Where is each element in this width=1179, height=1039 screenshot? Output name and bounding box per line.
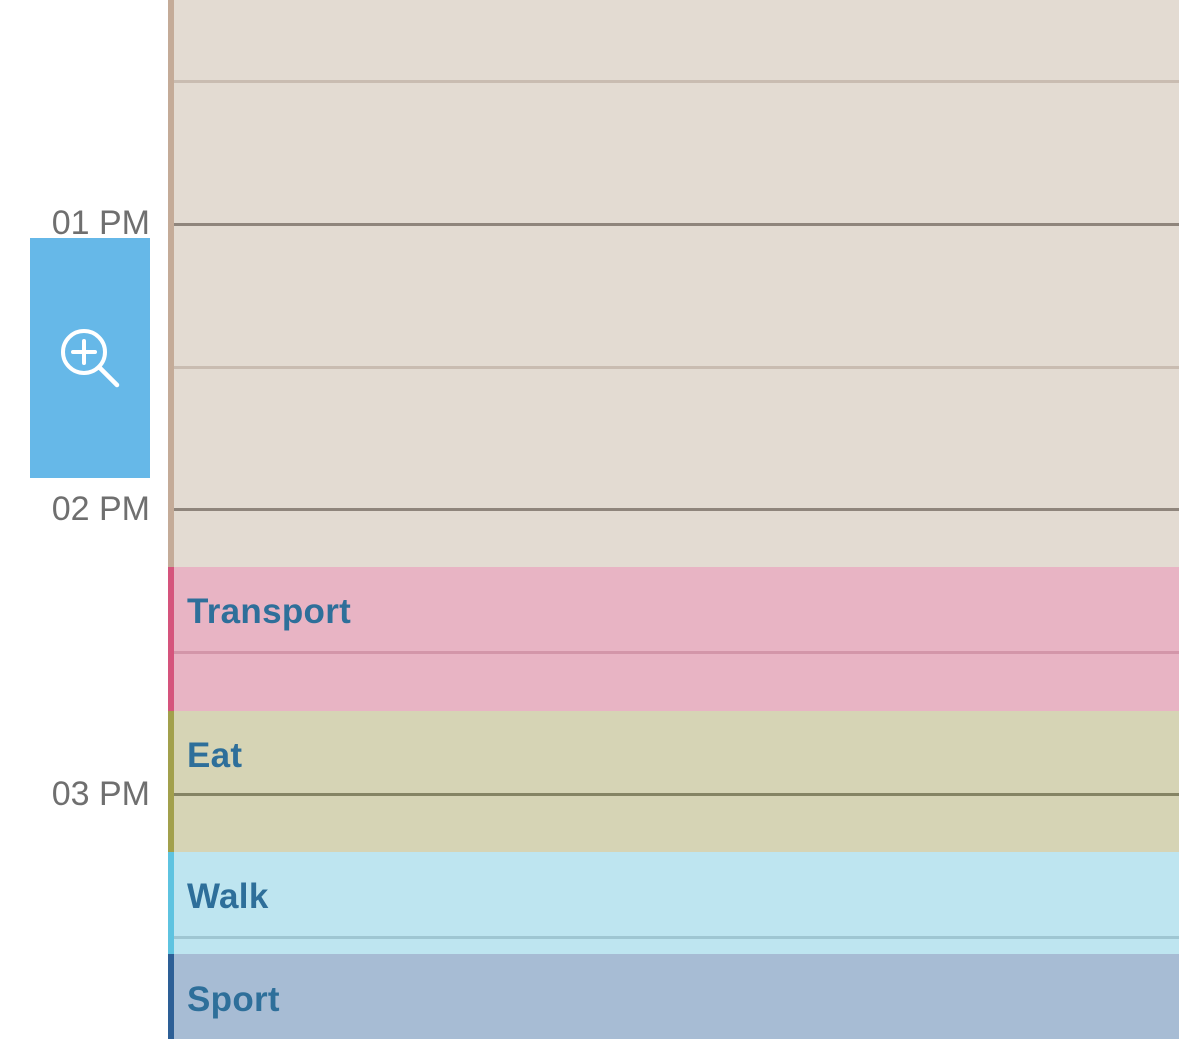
time-label-3pm: 03 PM — [51, 775, 150, 813]
time-label-1pm: 01 PM — [51, 204, 150, 242]
day-timeline-view: 01 PM 02 PM 03 PM Transport Eat Walk Spo… — [0, 0, 1179, 1039]
activity-stripe — [168, 954, 174, 1039]
time-gutter: 01 PM 02 PM 03 PM — [0, 0, 168, 1039]
half-hour-line — [174, 651, 1179, 654]
hour-line-2pm — [174, 508, 1179, 511]
zoom-in-icon — [61, 329, 120, 388]
half-hour-line — [174, 366, 1179, 369]
activity-label: Sport — [187, 980, 280, 1019]
activity-label: Transport — [187, 592, 352, 631]
activity-stripe — [168, 567, 174, 711]
idle-block[interactable] — [168, 0, 1179, 567]
activity-block-walk[interactable]: Walk — [168, 852, 1179, 954]
hour-line-3pm — [174, 793, 1179, 796]
half-hour-line — [174, 936, 1179, 939]
activity-label: Eat — [187, 736, 243, 775]
zoom-in-button[interactable] — [30, 238, 150, 478]
activity-block-transport[interactable]: Transport — [168, 567, 1179, 711]
activity-block-sport[interactable]: Sport — [168, 954, 1179, 1039]
time-label-2pm: 02 PM — [51, 490, 150, 528]
activity-block-eat[interactable]: Eat — [168, 711, 1179, 852]
half-hour-line — [174, 80, 1179, 83]
activity-stripe — [168, 711, 174, 852]
hour-line-1pm — [174, 223, 1179, 226]
activity-label: Walk — [187, 877, 269, 916]
idle-block-stripe — [168, 0, 174, 567]
timeline-area: Transport Eat Walk Sport — [168, 0, 1179, 1039]
